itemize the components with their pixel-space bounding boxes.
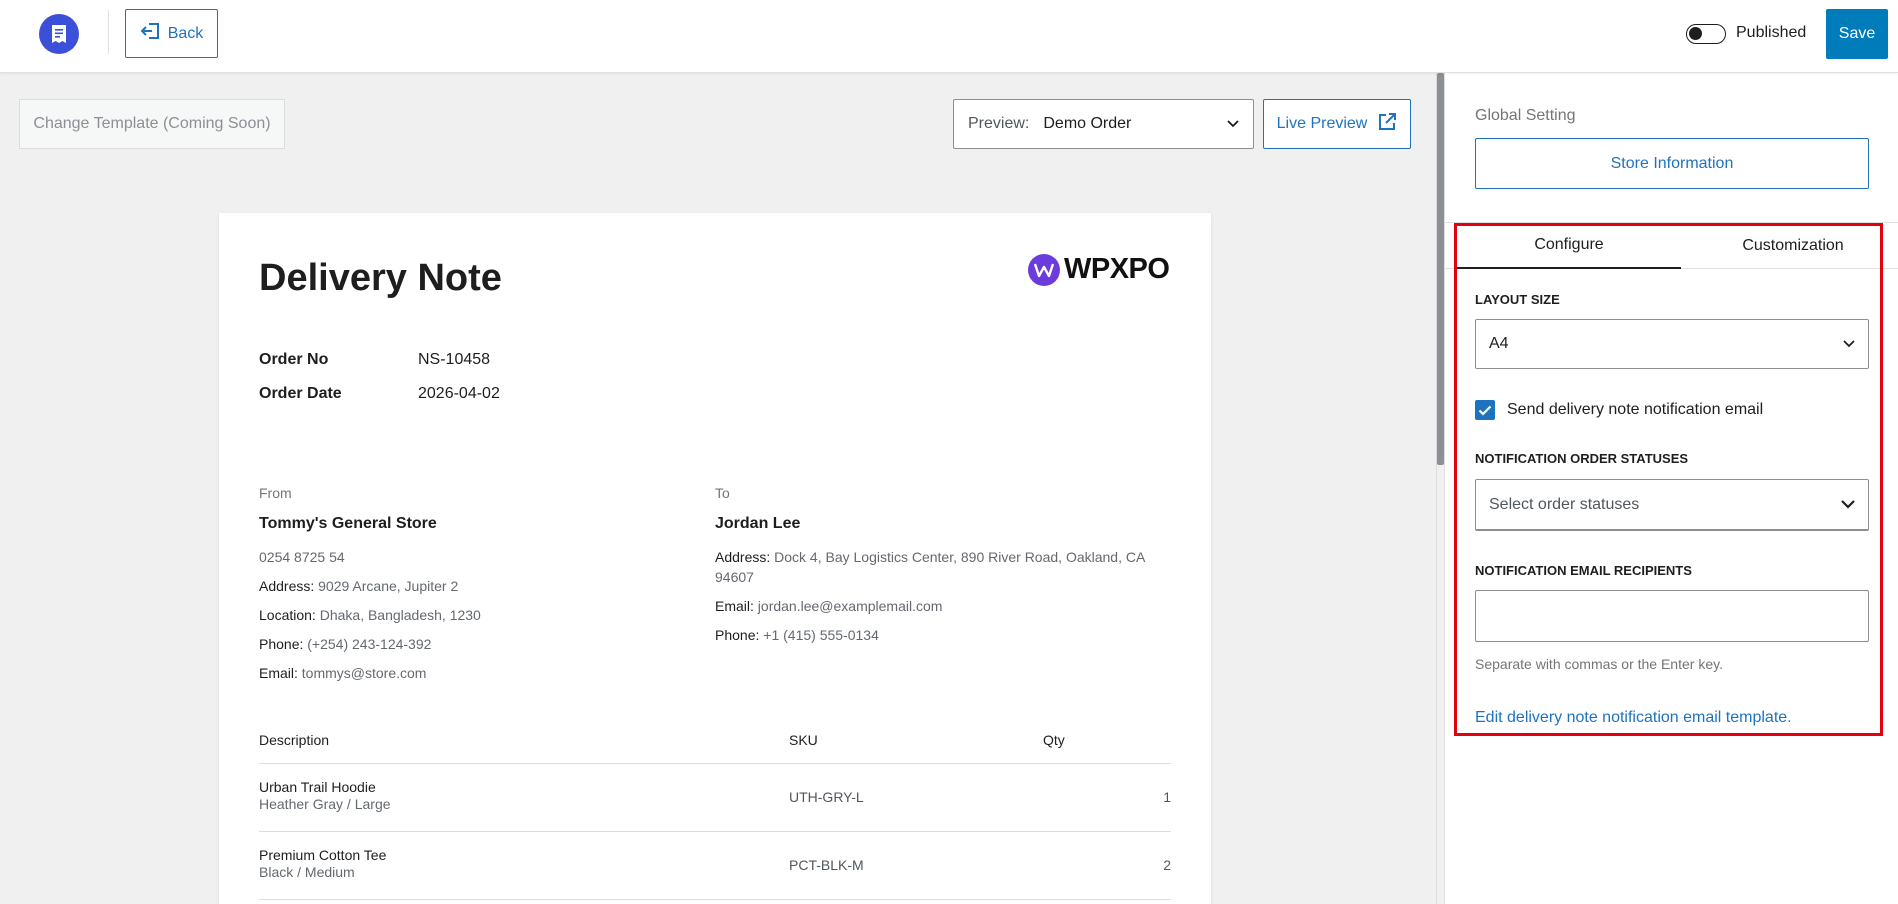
order-date-row: Order Date 2026-04-02 <box>259 385 500 403</box>
item-qty: 2 <box>1163 857 1171 873</box>
global-setting-label: Global Setting <box>1475 107 1576 124</box>
item-qty: 1 <box>1163 789 1171 805</box>
item-name: Premium Cotton Tee <box>259 847 387 863</box>
brand-name: WPXPO <box>1064 253 1170 285</box>
item-name: Urban Trail Hoodie <box>259 779 376 795</box>
canvas-scrollbar-thumb[interactable] <box>1437 73 1444 465</box>
change-template-button[interactable]: Change Template (Coming Soon) <box>19 99 285 149</box>
table-row: Urban Trail Hoodie Heather Gray / Large … <box>259 764 1171 832</box>
brand-logo: WPXPO <box>1028 253 1170 286</box>
document-title: Delivery Note <box>259 257 502 299</box>
from-email-line: Email: tommys@store.com <box>259 665 427 681</box>
tab-customization[interactable]: Customization <box>1681 223 1898 269</box>
live-preview-label: Live Preview <box>1276 115 1368 132</box>
from-label: From <box>259 485 292 501</box>
preview-value: Demo Order <box>1043 115 1132 132</box>
statuses-label: NOTIFICATION ORDER STATUSES <box>1475 451 1689 466</box>
col-description: Description <box>259 732 330 748</box>
email-recipients-input[interactable] <box>1475 590 1869 642</box>
to-label: To <box>715 485 730 501</box>
recipients-label: NOTIFICATION EMAIL RECIPIENTS <box>1475 563 1692 578</box>
back-button[interactable]: Back <box>125 9 218 58</box>
published-label: Published <box>1736 24 1807 41</box>
preview-order-select[interactable]: Preview: Demo Order <box>953 99 1254 149</box>
to-email-line: Email: jordan.lee@examplemail.com <box>715 598 943 614</box>
edit-email-template-link[interactable]: Edit delivery note notification email te… <box>1475 709 1792 727</box>
send-email-checkbox[interactable] <box>1475 400 1495 420</box>
from-phone-top: 0254 8725 54 <box>259 549 345 565</box>
chevron-down-icon <box>1227 115 1239 133</box>
item-sku: PCT-BLK-M <box>789 857 864 873</box>
from-phone-line: Phone: (+254) 243-124-392 <box>259 636 432 652</box>
from-name: Tommy's General Store <box>259 515 437 532</box>
order-date-key: Order Date <box>259 385 342 402</box>
recipients-help-text: Separate with commas or the Enter key. <box>1475 656 1723 672</box>
from-address: From Tommy's General Store 0254 8725 54 … <box>259 485 719 692</box>
receipt-logo-icon[interactable] <box>39 14 79 54</box>
item-variant: Heather Gray / Large <box>259 796 391 812</box>
wpxpo-logo-icon <box>1028 253 1060 286</box>
to-phone-line: Phone: +1 (415) 555-0134 <box>715 627 879 643</box>
layout-size-select[interactable]: A4 <box>1475 319 1869 369</box>
table-row: Premium Cotton Tee Black / Medium PCT-BL… <box>259 832 1171 900</box>
chevron-down-icon <box>1841 496 1855 514</box>
to-address-line: Address: Dock 4, Bay Logistics Center, 8… <box>715 549 1145 585</box>
col-sku: SKU <box>789 732 818 748</box>
order-statuses-select[interactable]: Select order statuses <box>1475 479 1869 531</box>
order-no-row: Order No NS-10458 <box>259 351 490 369</box>
chevron-down-icon <box>1843 335 1855 353</box>
order-no-key: Order No <box>259 351 329 368</box>
order-date-value: 2026-04-02 <box>418 385 500 402</box>
published-toggle[interactable] <box>1686 24 1726 44</box>
top-bar: Back Published Save <box>0 0 1898 73</box>
back-arrow-icon <box>140 22 160 45</box>
order-no-value: NS-10458 <box>418 351 491 368</box>
external-link-icon <box>1377 112 1397 137</box>
from-address-line: Address: 9029 Arcane, Jupiter 2 <box>259 578 459 594</box>
to-name: Jordan Lee <box>715 515 801 532</box>
divider <box>108 10 109 54</box>
live-preview-button[interactable]: Live Preview <box>1263 99 1411 149</box>
preview-label: Preview: <box>968 115 1030 132</box>
items-table-header: Description SKU Qty <box>259 723 1171 764</box>
layout-size-value: A4 <box>1489 335 1509 352</box>
settings-tabs: Configure Customization <box>1445 222 1898 269</box>
layout-size-label: LAYOUT SIZE <box>1475 292 1560 307</box>
order-statuses-placeholder: Select order statuses <box>1489 495 1640 513</box>
preview-canvas: Change Template (Coming Soon) Preview: D… <box>0 73 1436 904</box>
back-label: Back <box>167 24 204 42</box>
col-qty: Qty <box>1043 732 1065 748</box>
settings-sidebar: Global Setting Store Information Configu… <box>1444 73 1898 904</box>
save-button[interactable]: Save <box>1826 9 1888 59</box>
item-variant: Black / Medium <box>259 864 355 880</box>
to-address: To Jordan Lee Address: Dock 4, Bay Logis… <box>715 485 1175 654</box>
send-email-label: Send delivery note notification email <box>1507 401 1764 418</box>
item-sku: UTH-GRY-L <box>789 789 864 805</box>
delivery-note-document: Delivery Note WPXPO Order No NS-10458 Or… <box>219 213 1211 904</box>
tab-configure[interactable]: Configure <box>1457 223 1681 269</box>
store-information-button[interactable]: Store Information <box>1475 138 1869 189</box>
from-location-line: Location: Dhaka, Bangladesh, 1230 <box>259 607 481 623</box>
send-email-checkbox-row[interactable]: Send delivery note notification email <box>1475 400 1763 420</box>
